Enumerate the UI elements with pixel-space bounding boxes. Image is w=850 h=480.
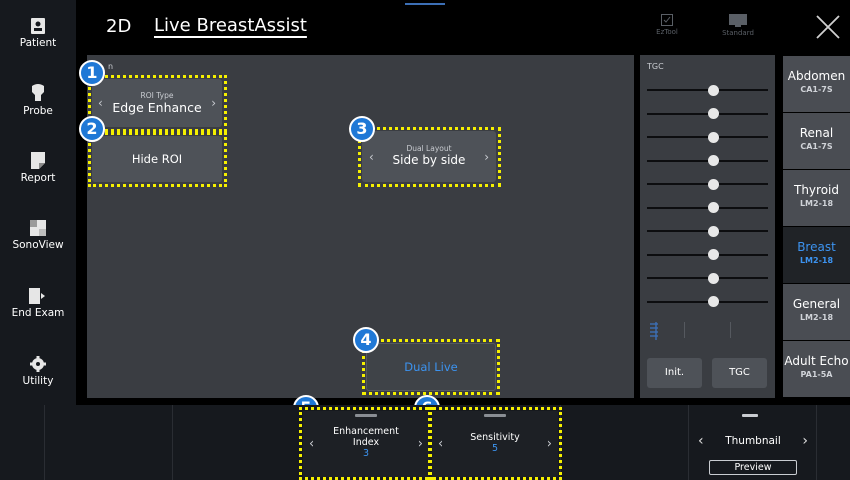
thumbnail-label: Thumbnail: [725, 435, 781, 447]
preset-general[interactable]: General LM2-18: [783, 284, 850, 340]
chevron-right-icon[interactable]: ›: [802, 433, 808, 449]
nav-report[interactable]: Report: [0, 152, 76, 184]
eztool-icon: [661, 14, 673, 26]
sonoview-icon: [30, 220, 46, 236]
highlight-dual-live: [362, 339, 500, 395]
nav-label: Patient: [19, 37, 57, 49]
bottom-divider: [816, 405, 817, 480]
left-nav: Patient Probe Report SonoView End Exam U…: [0, 0, 76, 405]
report-icon: [31, 152, 45, 169]
eztool-button[interactable]: EzTool: [655, 14, 679, 36]
highlight-hide-roi: [88, 132, 227, 187]
preset-probe: CA1-7S: [800, 142, 833, 151]
tgc-slider-knob[interactable]: [708, 155, 720, 166]
tgc-init-button[interactable]: Init.: [647, 358, 702, 388]
standard-button[interactable]: Standard: [720, 14, 756, 37]
preset-adult-echo[interactable]: Adult Echo PA1-5A: [783, 341, 850, 397]
preset-name: Abdomen: [787, 69, 846, 83]
tgc-button[interactable]: TGC: [712, 358, 767, 388]
tgc-panel: [640, 55, 775, 398]
preset-probe: LM2-18: [799, 199, 834, 208]
bottom-divider: [172, 405, 173, 480]
nav-sonoview[interactable]: SonoView: [0, 220, 76, 251]
tgc-slider-knob[interactable]: [708, 296, 720, 307]
nav-label: SonoView: [12, 239, 64, 251]
tgc-slider-knob[interactable]: [708, 249, 720, 260]
standard-label: Standard: [722, 29, 754, 37]
probe-icon: [32, 84, 44, 101]
preset-name: Renal: [799, 126, 834, 140]
preview-button[interactable]: Preview: [709, 460, 797, 475]
highlight-roi-type: [88, 75, 227, 132]
thumbnail-knob[interactable]: ‹ Thumbnail › Preview: [690, 411, 816, 477]
tgc-slider-knob[interactable]: [708, 108, 720, 119]
app-title: Live BreastAssist: [154, 15, 307, 36]
preset-name: General: [792, 297, 841, 311]
gear-icon: [30, 356, 46, 372]
preset-probe: LM2-18: [799, 313, 834, 322]
highlight-enhancement: [299, 407, 434, 480]
bottom-divider: [688, 405, 689, 480]
highlight-dual-layout: [358, 127, 501, 187]
preset-probe: CA1-7S: [800, 85, 833, 94]
preset-name: Breast: [797, 240, 836, 254]
tgc-slider-knob[interactable]: [708, 225, 720, 237]
preset-renal[interactable]: Renal CA1-7S: [783, 113, 850, 169]
monitor-icon: [729, 14, 747, 27]
tgc-curve-icon: [650, 322, 658, 340]
patient-icon: [31, 18, 45, 34]
nav-label: Report: [20, 172, 56, 184]
nav-patient[interactable]: Patient: [0, 18, 76, 49]
bottom-divider: [44, 405, 45, 480]
mode-label: 2D: [106, 16, 132, 37]
badge-4: 4: [353, 327, 379, 353]
nav-label: Probe: [23, 105, 53, 117]
eztool-label: EzTool: [656, 28, 678, 36]
tgc-divider: [730, 322, 731, 338]
tgc-title: TGC: [647, 62, 664, 71]
badge-2: 2: [79, 116, 105, 142]
close-icon[interactable]: [815, 14, 841, 40]
preset-name: Thyroid: [794, 183, 839, 197]
tgc-slider-knob[interactable]: [708, 178, 720, 190]
preset-name: Adult Echo: [784, 354, 849, 368]
nav-end-exam[interactable]: End Exam: [0, 288, 76, 319]
nav-utility[interactable]: Utility: [0, 356, 76, 387]
tgc-slider-knob[interactable]: [708, 84, 720, 96]
nav-label: End Exam: [11, 307, 65, 319]
nav-probe[interactable]: Probe: [0, 84, 76, 117]
highlight-sensitivity: [428, 407, 562, 480]
preset-probe: PA1-5A: [800, 370, 833, 379]
tgc-slider-knob[interactable]: [708, 131, 720, 143]
nav-label: Utility: [22, 375, 54, 387]
badge-3: 3: [349, 116, 375, 142]
tgc-slider-knob[interactable]: [708, 272, 720, 284]
preset-breast[interactable]: Breast LM2-18: [783, 227, 850, 283]
knob-indicator: [742, 414, 758, 417]
panel-title: n: [108, 62, 114, 71]
preset-thyroid[interactable]: Thyroid LM2-18: [783, 170, 850, 226]
preset-probe: LM2-18: [799, 256, 834, 265]
badge-1: 1: [79, 60, 105, 86]
top-indicator: [405, 3, 445, 5]
tgc-slider-knob[interactable]: [708, 202, 720, 213]
end-exam-icon: [29, 288, 45, 304]
preset-abdomen[interactable]: Abdomen CA1-7S: [783, 56, 850, 112]
tgc-divider: [684, 322, 685, 338]
